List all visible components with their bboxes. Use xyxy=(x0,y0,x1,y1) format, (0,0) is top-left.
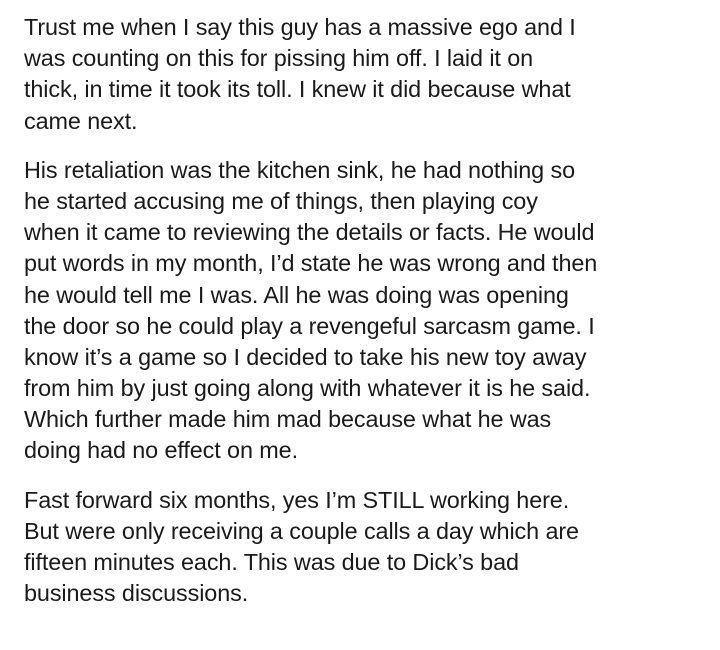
text-line: Which further made him mad because what … xyxy=(24,406,552,433)
text-line: came next. xyxy=(24,107,138,134)
text-line: Fast forward six months, yes I’m STILL w… xyxy=(24,486,570,513)
text-line: put words in my month, I’d state he was … xyxy=(24,250,598,277)
text-line: the door so he could play a revengeful s… xyxy=(24,312,595,339)
text-line: from him by just going along with whatev… xyxy=(24,375,591,402)
text-line: he started accusing me of things, then p… xyxy=(24,187,538,214)
paragraph-1: Trust me when I say this guy has a massi… xyxy=(24,12,714,137)
text-line: Trust me when I say this guy has a massi… xyxy=(24,14,576,40)
text-line: was counting on this for pissing him off… xyxy=(24,45,534,72)
text-line: when it came to reviewing the details or… xyxy=(24,219,595,246)
text-line: His retaliation was the kitchen sink, he… xyxy=(24,156,575,183)
text-line: business discussions. xyxy=(24,580,249,607)
text-line: know it’s a game so I decided to take hi… xyxy=(24,343,587,370)
text-line: he would tell me I was. All he was doing… xyxy=(24,281,569,308)
text-line: thick, in time it took its toll. I knew … xyxy=(24,76,571,103)
text-line: fifteen minutes each. This was due to Di… xyxy=(24,549,519,575)
text-line: doing had no effect on me. xyxy=(24,437,298,464)
document-body: Trust me when I say this guy has a massi… xyxy=(24,12,714,627)
paragraph-2: His retaliation was the kitchen sink, he… xyxy=(24,155,714,467)
paragraph-3: Fast forward six months, yes I’m STILL w… xyxy=(24,485,714,610)
text-line: But were only receiving a couple calls a… xyxy=(24,517,579,544)
